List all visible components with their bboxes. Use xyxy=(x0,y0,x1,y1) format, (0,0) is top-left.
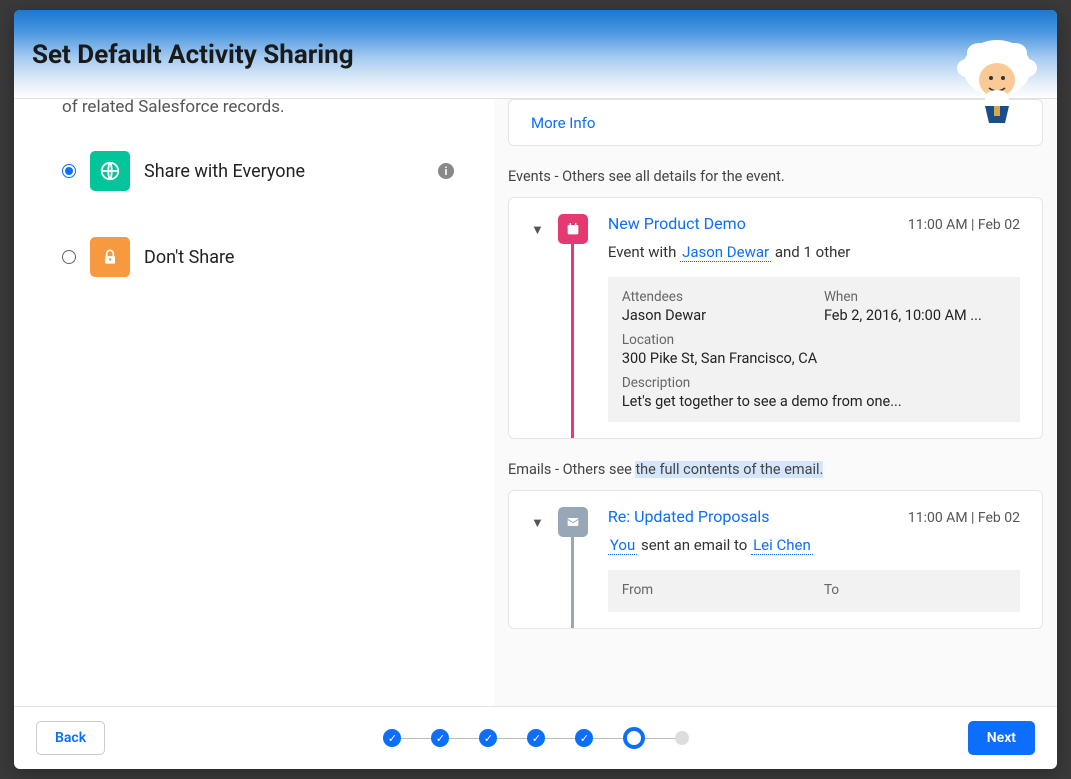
email-details: From To xyxy=(608,570,1020,612)
step-4-complete[interactable]: ✓ xyxy=(527,729,545,747)
step-3-complete[interactable]: ✓ xyxy=(479,729,497,747)
option-share-everyone[interactable]: Share with Everyone i xyxy=(62,151,454,191)
more-info-link[interactable]: More Info xyxy=(531,114,595,132)
email-timestamp: 11:00 AM | Feb 02 xyxy=(908,510,1020,526)
chevron-down-icon[interactable]: ▼ xyxy=(531,515,544,531)
event-preview-card: ▼ xyxy=(508,197,1043,439)
radio-share-everyone[interactable] xyxy=(62,164,76,178)
step-7-upcoming[interactable] xyxy=(675,731,689,745)
calendar-icon xyxy=(558,214,588,244)
right-panel: More Info Events - Others see all detail… xyxy=(494,99,1057,706)
left-panel: of related Salesforce records. Share wit… xyxy=(14,99,494,706)
intro-text: of related Salesforce records. xyxy=(62,99,454,117)
option-dont-share[interactable]: Don't Share xyxy=(62,237,454,277)
lock-icon xyxy=(90,237,130,277)
radio-dont-share[interactable] xyxy=(62,250,76,264)
email-preview-card: ▼ Re: Updated xyxy=(508,490,1043,629)
option-label-share: Share with Everyone xyxy=(144,161,424,182)
person-link-jason[interactable]: Jason Dewar xyxy=(680,243,771,262)
email-subtitle: You sent an email to Lei Chen xyxy=(608,536,1020,554)
info-icon[interactable]: i xyxy=(438,163,454,179)
event-timestamp: 11:00 AM | Feb 02 xyxy=(908,217,1020,233)
progress-stepper: ✓ ✓ ✓ ✓ ✓ xyxy=(383,727,689,749)
back-button[interactable]: Back xyxy=(36,721,105,755)
to-label: To xyxy=(824,582,1006,598)
modal-body: of related Salesforce records. Share wit… xyxy=(14,99,1057,706)
when-value: Feb 2, 2016, 10:00 AM ... xyxy=(824,307,1006,324)
modal-footer: Back ✓ ✓ ✓ ✓ ✓ Next xyxy=(14,706,1057,769)
modal-dialog: Set Default Activity Sharing of related … xyxy=(14,10,1057,769)
attendees-label: Attendees xyxy=(622,289,804,305)
timeline-line xyxy=(571,244,574,438)
email-title-link[interactable]: Re: Updated Proposals xyxy=(608,507,770,526)
event-subtitle: Event with Jason Dewar and 1 other xyxy=(608,243,1020,261)
event-details: Attendees Jason Dewar When Feb 2, 2016, … xyxy=(608,277,1020,422)
timeline-line xyxy=(571,537,574,628)
events-section-label: Events - Others see all details for the … xyxy=(508,168,1043,185)
person-link-lei[interactable]: Lei Chen xyxy=(751,536,813,555)
chevron-down-icon[interactable]: ▼ xyxy=(531,222,544,238)
description-label: Description xyxy=(622,375,1006,391)
modal-header: Set Default Activity Sharing xyxy=(14,10,1057,99)
preview-scroll[interactable]: More Info Events - Others see all detail… xyxy=(494,99,1057,706)
email-icon xyxy=(558,507,588,537)
step-1-complete[interactable]: ✓ xyxy=(383,729,401,747)
globe-icon xyxy=(90,151,130,191)
location-value: 300 Pike St, San Francisco, CA xyxy=(622,350,1006,367)
event-title-link[interactable]: New Product Demo xyxy=(608,214,746,233)
attendees-value: Jason Dewar xyxy=(622,307,804,324)
step-2-complete[interactable]: ✓ xyxy=(431,729,449,747)
einstein-mascot-icon xyxy=(947,28,1047,128)
location-label: Location xyxy=(622,332,1006,348)
option-label-private: Don't Share xyxy=(144,247,454,268)
emails-section-label: Emails - Others see the full contents of… xyxy=(508,461,1043,478)
step-5-complete[interactable]: ✓ xyxy=(575,729,593,747)
modal-title: Set Default Activity Sharing xyxy=(32,40,1039,70)
when-label: When xyxy=(824,289,1006,305)
description-value: Let's get together to see a demo from on… xyxy=(622,393,1006,410)
next-button[interactable]: Next xyxy=(968,721,1035,755)
step-6-current[interactable] xyxy=(623,727,645,749)
from-label: From xyxy=(622,582,804,598)
person-link-you[interactable]: You xyxy=(608,536,637,555)
